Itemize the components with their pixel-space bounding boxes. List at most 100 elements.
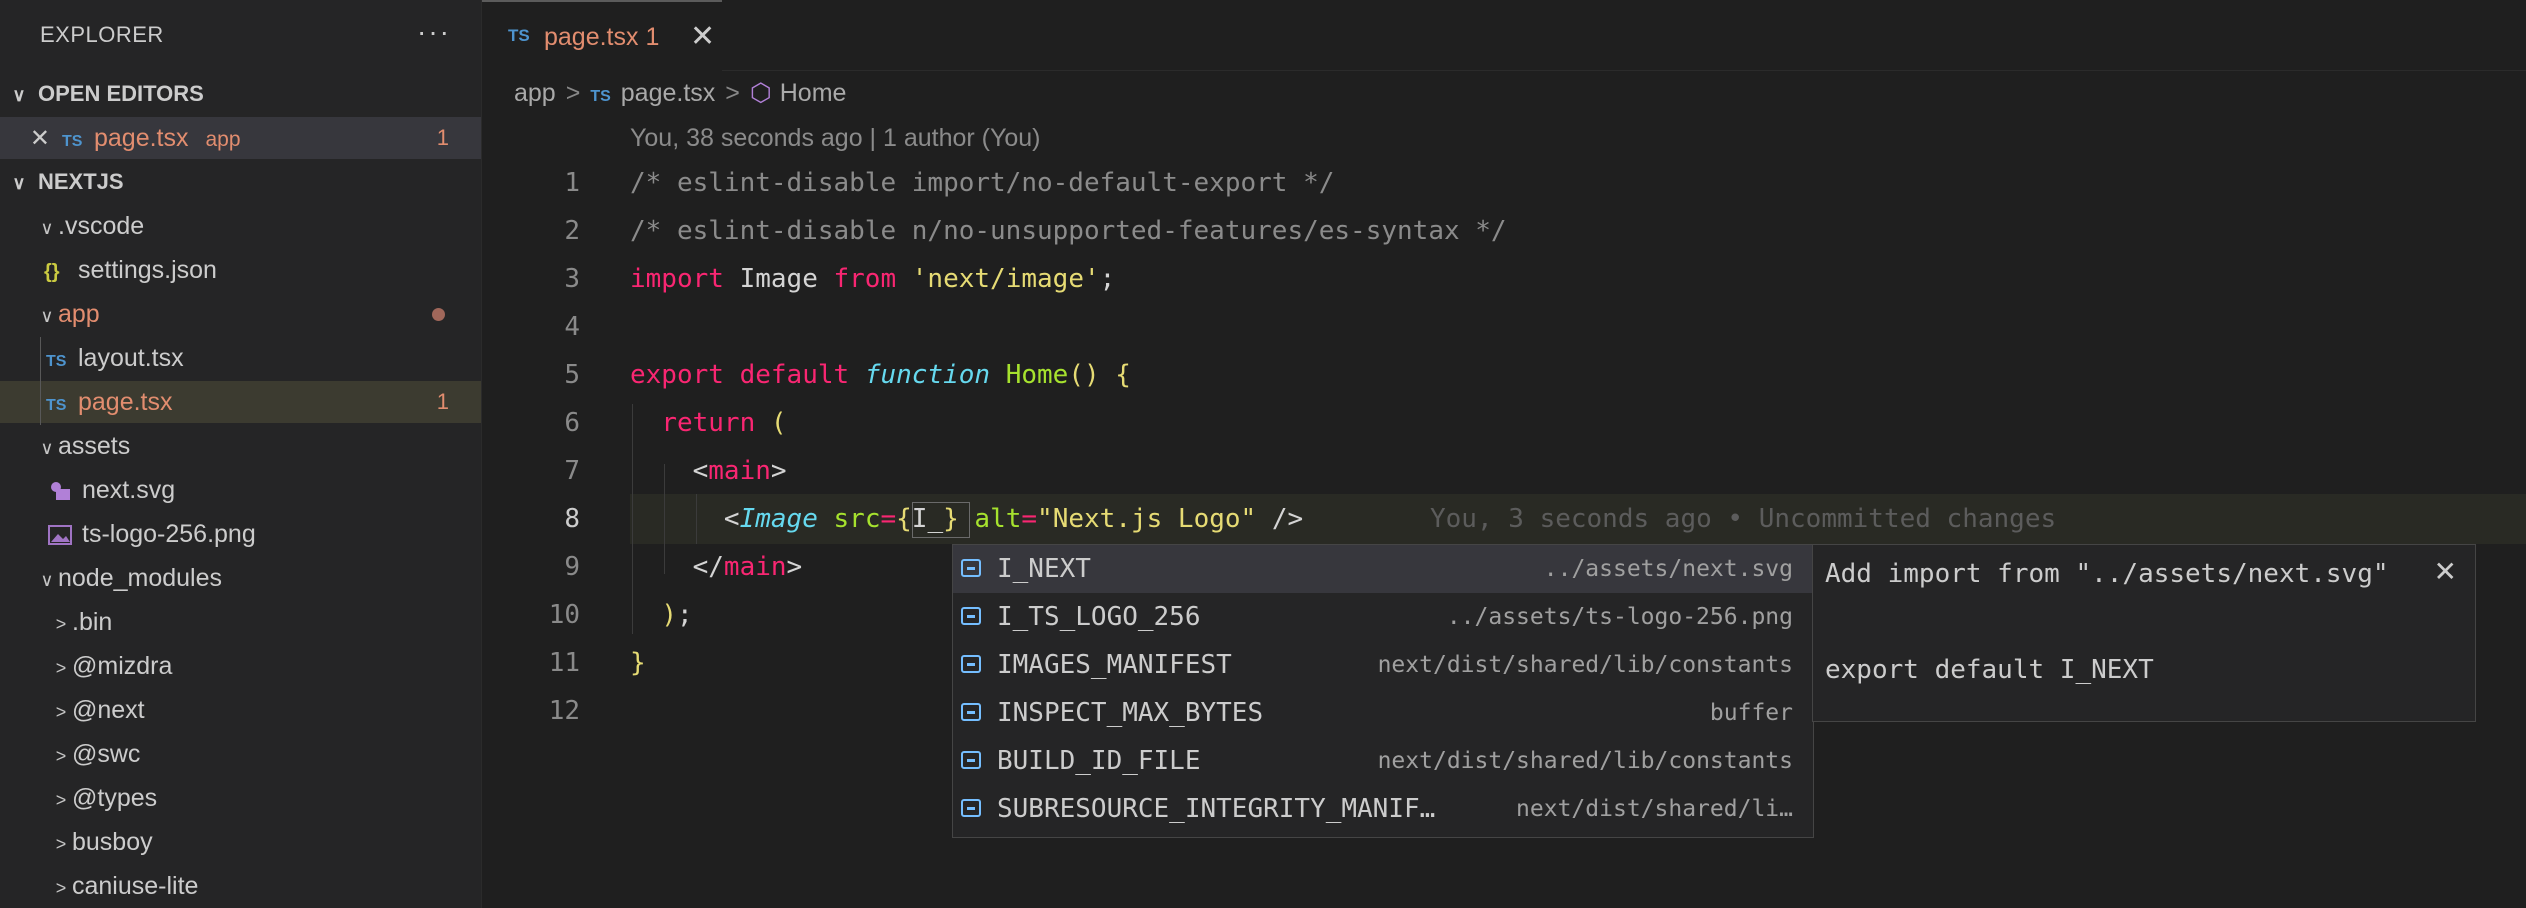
explorer-title: EXPLORER (40, 22, 164, 47)
autocomplete-suggest-widget[interactable]: I_NEXT ../assets/next.svg I_TS_LOGO_256 … (952, 544, 1814, 838)
variable-icon (961, 559, 981, 577)
line-number: 11 (548, 648, 580, 678)
chevron-down-icon: ∨ (40, 570, 54, 590)
chevron-right-icon: > (55, 702, 67, 722)
tab-label: page.tsx 1 (544, 23, 660, 51)
suggestion-item[interactable]: I_NEXT ../assets/next.svg (953, 545, 1813, 593)
typescript-icon: TS (62, 133, 83, 150)
tree-item-types[interactable]: > @types (0, 777, 481, 819)
code-line-3[interactable]: import Image from 'next/image'; (630, 264, 1115, 294)
tree-item-assets[interactable]: ∨ assets (0, 425, 481, 467)
code-line-7[interactable]: <main> (630, 456, 787, 486)
chevron-right-icon: > (55, 658, 67, 678)
line-number: 7 (564, 456, 580, 486)
problem-count-badge: 1 (436, 389, 449, 414)
suggestion-item[interactable]: IMAGES_MANIFEST next/dist/shared/lib/con… (953, 641, 1813, 689)
editor-tab-bar: TS page.tsx 1 ✕ (482, 0, 2526, 72)
code-line-1[interactable]: /* eslint-disable import/no-default-expo… (630, 168, 1334, 198)
open-editor-item-page-tsx[interactable]: ✕ TS page.tsx app 1 (0, 117, 481, 159)
code-line-10[interactable]: ); (630, 600, 692, 630)
tab-page-tsx[interactable]: TS page.tsx 1 ✕ (482, 0, 722, 72)
suggestion-item[interactable]: SUBRESOURCE_INTEGRITY_MANIF… next/dist/s… (953, 785, 1813, 833)
details-import-text: Add import from "../assets/next.svg" (1825, 559, 2389, 589)
tree-item-caniuse-lite[interactable]: > caniuse-lite (0, 865, 481, 907)
chevron-right-icon: > (55, 746, 67, 766)
tree-item-page-tsx[interactable]: TS page.tsx 1 (0, 381, 481, 423)
line-number: 2 (564, 216, 580, 246)
chevron-down-icon: ∨ (40, 218, 54, 238)
line-number: 6 (564, 408, 580, 438)
breadcrumb: app > TS page.tsx > ⬡ Home (514, 78, 846, 108)
suggestion-details-panel: Add import from "../assets/next.svg" exp… (1812, 544, 2476, 722)
chevron-down-icon: ∨ (12, 173, 26, 193)
nextjs-folder-header[interactable]: ∨ NEXTJS (0, 161, 481, 203)
chevron-down-icon: ∨ (12, 85, 26, 105)
tree-item-vscode[interactable]: ∨ .vscode (0, 205, 481, 247)
chevron-down-icon: ∨ (40, 438, 54, 458)
open-editor-filename: page.tsx (94, 124, 189, 152)
svg-file-icon (51, 482, 70, 500)
variable-icon (961, 703, 981, 721)
suggestion-item[interactable]: INSPECT_MAX_BYTES buffer (953, 689, 1813, 737)
tree-item-busboy[interactable]: > busboy (0, 821, 481, 863)
close-icon[interactable]: ✕ (690, 19, 715, 54)
chevron-right-icon: > (565, 79, 581, 107)
typescript-icon: TS (508, 26, 530, 45)
typescript-icon: TS (46, 353, 67, 370)
explorer-sidebar: EXPLORER ··· ∨ OPEN EDITORS ✕ TS page.tsx a… (0, 0, 482, 908)
variable-icon (961, 799, 981, 817)
close-icon[interactable]: ✕ (2434, 555, 2457, 588)
suggestion-item[interactable]: I_TS_LOGO_256 ../assets/ts-logo-256.png (953, 593, 1813, 641)
more-actions-icon[interactable]: ··· (417, 16, 451, 48)
json-icon: {} (44, 261, 60, 283)
typescript-icon: TS (590, 88, 611, 105)
suggestion-item[interactable]: BUILD_ID_FILE next/dist/shared/lib/const… (953, 737, 1813, 785)
line-number: 9 (564, 552, 580, 582)
tree-item-layout-tsx[interactable]: TS layout.tsx (0, 337, 481, 379)
line-number: 4 (564, 312, 580, 342)
variable-icon (961, 655, 981, 673)
variable-icon (961, 607, 981, 625)
open-editor-folder: app (205, 128, 241, 151)
chevron-right-icon: > (725, 79, 740, 107)
close-icon[interactable]: ✕ (0, 118, 50, 160)
code-line-9[interactable]: </main> (630, 552, 803, 582)
chevron-right-icon: > (55, 834, 67, 854)
tree-item-bin[interactable]: > .bin (0, 601, 481, 643)
text-cursor-highlight (912, 502, 970, 538)
tree-indent-guide (40, 337, 41, 425)
chevron-right-icon: > (55, 878, 67, 898)
tree-item-mizdra[interactable]: > @mizdra (0, 645, 481, 687)
line-number: 1 (564, 168, 580, 198)
open-editors-header[interactable]: ∨ OPEN EDITORS (0, 73, 481, 115)
tree-item-next-svg[interactable]: next.svg (0, 469, 481, 511)
tree-item-node-modules[interactable]: ∨ node_modules (0, 557, 481, 599)
line-number: 3 (564, 264, 580, 294)
chevron-down-icon: ∨ (40, 306, 54, 326)
details-signature: export default I_NEXT (1825, 655, 2154, 685)
tree-item-settings-json[interactable]: {} settings.json (0, 249, 481, 291)
tree-item-app[interactable]: ∨ app (0, 293, 481, 335)
typescript-icon: TS (46, 397, 67, 414)
line-number: 12 (548, 696, 580, 726)
tree-item-next[interactable]: > @next (0, 689, 481, 731)
line-number: 8 (564, 504, 580, 534)
symbol-method-icon: ⬡ (749, 79, 772, 107)
breadcrumb-symbol[interactable]: Home (780, 79, 847, 107)
tree-item-ts-logo-png[interactable]: ts-logo-256.png (0, 513, 481, 555)
inline-git-blame: You, 3 seconds ago • Uncommitted changes (1430, 504, 2057, 534)
breadcrumb-folder[interactable]: app (514, 79, 556, 107)
code-line-2[interactable]: /* eslint-disable n/no-unsupported-featu… (630, 216, 1507, 246)
tree-item-swc[interactable]: > @swc (0, 733, 481, 775)
chevron-right-icon: > (55, 614, 67, 634)
image-file-icon (48, 525, 72, 545)
chevron-right-icon: > (55, 790, 67, 810)
variable-icon (961, 751, 981, 769)
modified-dot (432, 308, 445, 321)
code-line-11[interactable]: } (630, 648, 646, 678)
code-line-5[interactable]: export default function Home() { (630, 360, 1131, 390)
problem-count-badge: 1 (436, 125, 449, 150)
codelens-blame[interactable]: You, 38 seconds ago | 1 author (You) (630, 124, 1041, 153)
code-line-6[interactable]: return ( (630, 408, 786, 438)
breadcrumb-file[interactable]: page.tsx (621, 79, 716, 107)
